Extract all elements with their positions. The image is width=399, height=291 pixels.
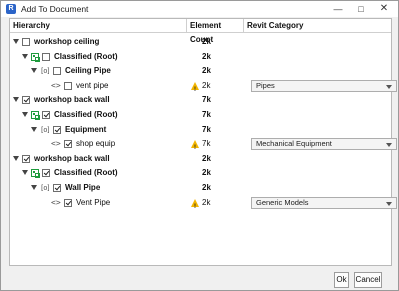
row-checkbox[interactable] bbox=[53, 125, 61, 134]
element-icon: <> bbox=[51, 197, 61, 207]
element-count: 7k bbox=[202, 124, 211, 134]
table-row[interactable]: workshop back wall 7k bbox=[10, 93, 391, 107]
row-checkbox[interactable] bbox=[42, 111, 50, 119]
ok-button[interactable]: Ok bbox=[334, 272, 349, 288]
row-checkbox[interactable] bbox=[53, 67, 61, 76]
row-label: shop equip bbox=[76, 139, 116, 149]
expand-arrow-icon[interactable] bbox=[22, 53, 28, 59]
row-checkbox[interactable] bbox=[64, 81, 72, 90]
table-row[interactable]: workshop back wall 2k bbox=[10, 152, 391, 166]
row-label: Classified (Root) bbox=[54, 168, 118, 178]
classification-icon bbox=[31, 169, 40, 179]
table-row[interactable]: <> vent pipe 2k Pipes bbox=[10, 79, 397, 97]
table-header: Hierarchy Element Count Revit Category bbox=[10, 19, 391, 44]
table-row[interactable]: [o] Ceiling Pipe 2k bbox=[10, 64, 391, 78]
element-count: 2k bbox=[202, 183, 211, 192]
title-bar: R Add To Document — □ ✕ bbox=[1, 1, 398, 17]
category-icon: [o] bbox=[40, 184, 51, 192]
table-row[interactable]: <> Vent Pipe 2k Generic Models bbox=[10, 196, 397, 214]
element-count: 7k bbox=[202, 110, 211, 119]
row-label: workshop back wall bbox=[34, 153, 110, 163]
table-row[interactable]: <> shop equip 7k Mechanical Equipment bbox=[10, 137, 397, 155]
row-label: workshop back wall bbox=[34, 95, 110, 105]
column-header-element-count[interactable]: Element Count bbox=[187, 19, 243, 44]
minimize-icon[interactable]: — bbox=[327, 1, 349, 17]
chevron-down-icon bbox=[386, 143, 392, 148]
row-checkbox[interactable] bbox=[64, 198, 72, 207]
category-icon: [o] bbox=[40, 67, 51, 76]
table-row[interactable]: [o] Wall Pipe 2k bbox=[10, 181, 391, 195]
expand-arrow-icon[interactable] bbox=[22, 170, 28, 176]
revit-category-dropdown[interactable]: Generic Models bbox=[251, 196, 397, 209]
row-label: Classified (Root) bbox=[54, 110, 118, 119]
expand-arrow-icon[interactable] bbox=[13, 97, 19, 103]
category-icon: [o] bbox=[40, 125, 51, 134]
expand-arrow-icon[interactable] bbox=[31, 68, 37, 74]
row-label: Wall Pipe bbox=[65, 183, 101, 192]
warning-icon bbox=[191, 140, 199, 155]
table-row[interactable]: Classified (Root) 7k bbox=[10, 108, 391, 122]
row-label: Vent Pipe bbox=[76, 197, 111, 207]
row-label: Ceiling Pipe bbox=[65, 66, 111, 76]
chevron-down-icon bbox=[386, 84, 392, 89]
classification-icon bbox=[31, 52, 40, 62]
classification-icon bbox=[31, 111, 40, 120]
element-count: 2k bbox=[202, 168, 211, 178]
table-row[interactable]: Classified (Root) 2k bbox=[10, 50, 391, 64]
chevron-down-icon bbox=[386, 201, 392, 206]
window-title: Add To Document bbox=[21, 4, 89, 14]
warning-icon bbox=[191, 81, 199, 97]
element-icon: <> bbox=[51, 139, 61, 149]
element-count: 2k bbox=[202, 66, 211, 76]
column-header-revit-category[interactable]: Revit Category bbox=[244, 19, 391, 33]
row-label: workshop ceiling bbox=[34, 37, 100, 46]
revit-category-dropdown[interactable]: Pipes bbox=[251, 79, 397, 92]
element-count: 2k bbox=[202, 153, 211, 163]
revit-category-value: Mechanical Equipment bbox=[256, 139, 332, 149]
element-count: 7k bbox=[202, 95, 211, 105]
warning-icon bbox=[191, 198, 199, 214]
hierarchy-table: Hierarchy Element Count Revit Category w… bbox=[9, 18, 397, 266]
row-checkbox[interactable] bbox=[22, 96, 30, 105]
expand-arrow-icon[interactable] bbox=[13, 155, 19, 161]
row-label: Classified (Root) bbox=[54, 51, 118, 61]
column-header-hierarchy[interactable]: Hierarchy bbox=[10, 19, 186, 33]
element-count: 2k bbox=[202, 51, 211, 61]
row-checkbox[interactable] bbox=[22, 38, 30, 46]
add-to-document-dialog: R Add To Document — □ ✕ Hierarchy Elemen… bbox=[0, 0, 399, 291]
revit-category-value: Generic Models bbox=[256, 197, 309, 207]
element-count: 2k bbox=[202, 80, 211, 90]
element-icon: <> bbox=[51, 80, 61, 90]
row-checkbox[interactable] bbox=[42, 52, 50, 61]
maximize-icon[interactable]: □ bbox=[350, 1, 372, 17]
element-count: 7k bbox=[202, 139, 211, 149]
table-row[interactable]: Classified (Root) 2k bbox=[10, 166, 391, 180]
row-checkbox[interactable] bbox=[22, 154, 30, 163]
expand-arrow-icon[interactable] bbox=[31, 185, 37, 190]
expand-arrow-icon[interactable] bbox=[22, 112, 28, 117]
row-checkbox[interactable] bbox=[53, 184, 61, 192]
row-label: vent pipe bbox=[76, 80, 109, 90]
close-icon[interactable]: ✕ bbox=[373, 1, 395, 17]
row-checkbox[interactable] bbox=[42, 169, 50, 178]
element-count: 2k bbox=[202, 37, 211, 46]
element-count: 2k bbox=[202, 197, 211, 207]
table-row[interactable]: [o] Equipment 7k bbox=[10, 123, 391, 137]
revit-category-dropdown[interactable]: Mechanical Equipment bbox=[251, 138, 397, 151]
revit-category-value: Pipes bbox=[256, 80, 275, 90]
table-row[interactable]: workshop ceiling 2k bbox=[10, 35, 391, 49]
cancel-button[interactable]: Cancel bbox=[354, 272, 382, 288]
row-checkbox[interactable] bbox=[64, 140, 72, 149]
expand-arrow-icon[interactable] bbox=[31, 126, 37, 132]
expand-arrow-icon[interactable] bbox=[13, 39, 19, 44]
row-label: Equipment bbox=[65, 124, 107, 134]
revit-icon: R bbox=[6, 4, 16, 14]
